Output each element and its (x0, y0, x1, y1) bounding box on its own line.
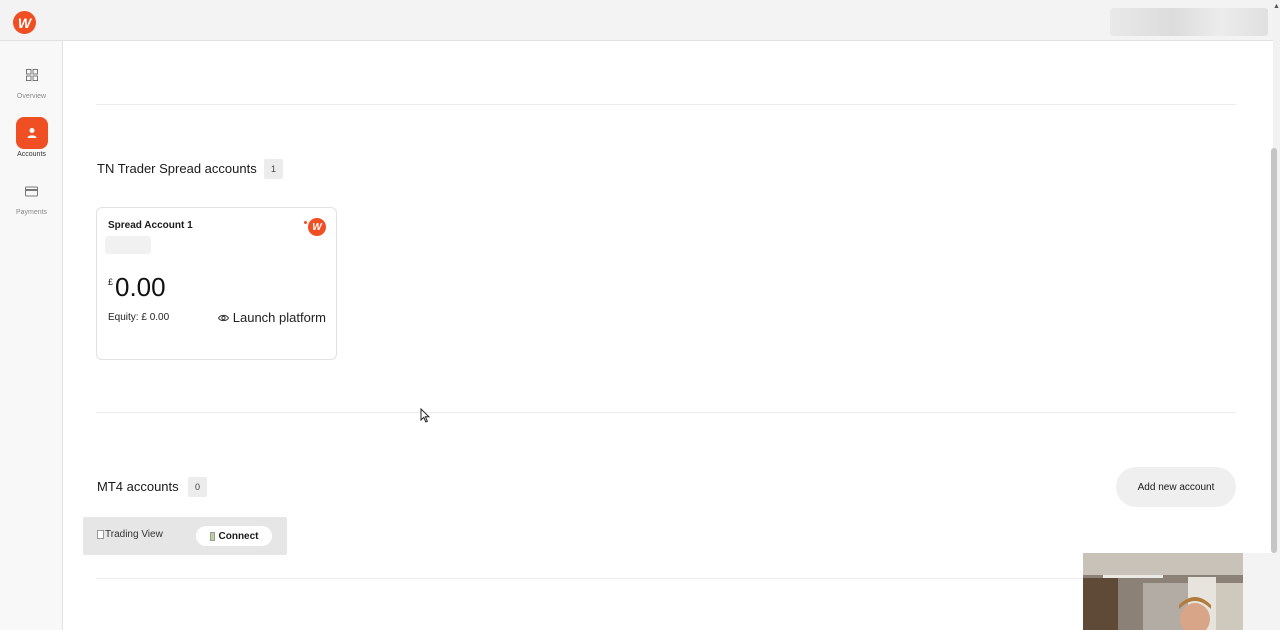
tn-logo-icon[interactable]: W (13, 11, 36, 34)
sidebar-item-label: Accounts (17, 151, 46, 158)
account-equity: Equity: £ 0.00 (108, 312, 170, 323)
broken-image-icon (97, 530, 104, 539)
trading-view-image: Trading View (97, 529, 163, 540)
add-new-account-button[interactable]: Add new account (1116, 467, 1236, 507)
user-menu[interactable] (1110, 8, 1268, 36)
sidebar-item-accounts[interactable]: Accounts (0, 117, 63, 158)
account-balance: 0.00 (115, 272, 166, 302)
grid-icon (16, 59, 48, 91)
card-icon (16, 175, 48, 207)
divider (96, 578, 1236, 579)
spread-accounts-title: TN Trader Spread accounts (97, 161, 257, 176)
launch-platform-button[interactable]: Launch platform (217, 310, 326, 325)
spread-account-card[interactable]: Spread Account 1 W £ 0.00 Equity: £ 0.00… (96, 207, 337, 360)
connect-label: Connect (218, 530, 259, 542)
launch-platform-label: Launch platform (232, 310, 326, 325)
divider (96, 104, 1236, 105)
sidebar-item-label: Overview (16, 93, 47, 100)
divider (96, 412, 1236, 413)
account-title: Spread Account 1 (108, 220, 193, 231)
sidebar-item-payments[interactable]: Payments (0, 175, 63, 216)
top-bar: W (0, 0, 1280, 41)
user-icon (15, 117, 48, 149)
mt4-accounts-title: MT4 accounts (97, 479, 179, 494)
scrollbar-thumb[interactable] (1271, 148, 1277, 553)
sidebar-item-label: Payments (15, 209, 48, 216)
connect-icon (209, 531, 215, 541)
tn-logo-icon: W (308, 218, 326, 236)
trading-view-bar: Trading View Connect (83, 517, 287, 555)
scroll-up-arrow-icon[interactable]: ▲ (1273, 3, 1280, 10)
mt4-accounts-count-badge: 0 (188, 477, 207, 497)
sidebar: Overview Accounts Payments (0, 41, 63, 630)
account-number-blurred (105, 236, 151, 254)
sidebar-item-overview[interactable]: Overview (0, 59, 63, 100)
currency-symbol: £ (108, 277, 114, 287)
webcam-overlay (1083, 553, 1280, 630)
logo-dot (304, 221, 307, 224)
spread-accounts-count-badge: 1 (264, 159, 283, 179)
eye-icon (217, 310, 229, 325)
trading-view-alt-text: Trading View (105, 529, 163, 540)
mouse-cursor-icon (420, 407, 431, 428)
main-content: TN Trader Spread accounts 1 Spread Accou… (63, 41, 1273, 630)
connect-button[interactable]: Connect (196, 526, 272, 546)
